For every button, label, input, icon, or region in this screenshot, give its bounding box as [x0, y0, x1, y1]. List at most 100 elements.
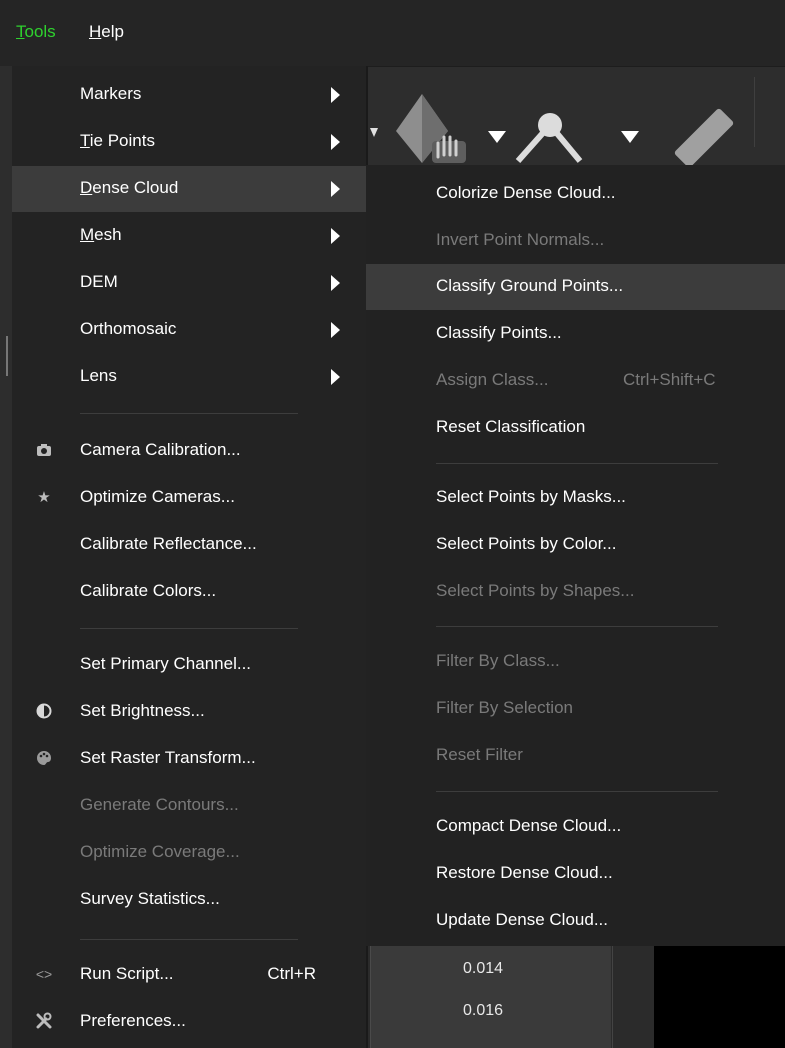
menu-item-label: Camera Calibration...	[80, 440, 241, 459]
menu-item-mnemonic: T	[80, 131, 90, 150]
menu-item-mnemonic: D	[80, 178, 93, 197]
menu-item-calibrate-reflectance[interactable]: Calibrate Reflectance...	[12, 522, 366, 568]
toolbar-separator	[754, 77, 755, 147]
menu-item-label: Dense Cloud	[80, 178, 178, 198]
submenu-item-label: Select Points by Shapes...	[436, 581, 635, 600]
submenu-item-restore-dense-cloud[interactable]: Restore Dense Cloud...	[366, 851, 785, 897]
menu-item-set-raster-transform[interactable]: Set Raster Transform...	[12, 736, 366, 782]
ruler-icon	[674, 108, 734, 168]
camera-icon	[34, 439, 54, 461]
submenu-item-update-dense-cloud[interactable]: Update Dense Cloud...	[366, 898, 785, 944]
menu-separator	[436, 791, 718, 792]
submenu-item-shortcut: Ctrl+Shift+C	[623, 370, 716, 389]
menu-item-mnemonic: M	[80, 225, 95, 244]
menu-help[interactable]: Help	[89, 22, 124, 42]
submenu-item-compact-dense-cloud[interactable]: Compact Dense Cloud...	[366, 804, 785, 850]
menu-item-label: Orthomosaic	[80, 319, 177, 338]
submenu-item-assign-class[interactable]: Assign Class... Ctrl+Shift+C	[366, 358, 785, 404]
menu-item-label: Run Script...	[80, 964, 174, 983]
menu-item-set-primary-channel[interactable]: Set Primary Channel...	[12, 642, 366, 688]
menu-item-label: Calibrate Reflectance...	[80, 534, 257, 553]
menu-item-label: Set Brightness...	[80, 701, 205, 720]
menu-help-mnemonic: H	[89, 22, 102, 41]
menu-separator	[80, 628, 298, 629]
submenu-item-label: Select Points by Color...	[436, 534, 617, 553]
menu-item-optimize-coverage[interactable]: Optimize Coverage...	[12, 830, 366, 876]
dropdown-arrow-icon	[621, 131, 639, 143]
value-list-item[interactable]: 0.016	[463, 1002, 503, 1020]
menu-item-generate-contours[interactable]: Generate Contours...	[12, 783, 366, 829]
menu-item-label: Generate Contours...	[80, 795, 239, 814]
menu-item-label: Optimize Coverage...	[80, 842, 240, 861]
submenu-item-filter-by-class[interactable]: Filter By Class...	[366, 639, 785, 685]
submenu-arrow-icon	[331, 134, 340, 150]
dropdown-arrow-icon	[370, 128, 378, 137]
submenu-item-select-points-by-shapes[interactable]: Select Points by Shapes...	[366, 569, 785, 615]
submenu-arrow-icon	[331, 369, 340, 385]
submenu-item-reset-filter[interactable]: Reset Filter	[366, 733, 785, 779]
submenu-item-classify-ground-points[interactable]: Classify Ground Points...	[366, 264, 785, 310]
menu-item-run-script[interactable]: <> Run Script... Ctrl+R	[12, 952, 366, 998]
menu-item-label: Mesh	[80, 225, 122, 245]
submenu-item-label: Select Points by Masks...	[436, 487, 626, 506]
menu-item-label: Optimize Cameras...	[80, 487, 235, 506]
submenu-item-classify-points[interactable]: Classify Points...	[366, 311, 785, 357]
submenu-item-filter-by-selection[interactable]: Filter By Selection	[366, 686, 785, 732]
submenu-item-colorize-dense-cloud[interactable]: Colorize Dense Cloud...	[366, 171, 785, 217]
submenu-item-label: Compact Dense Cloud...	[436, 816, 622, 835]
star-icon: ★	[37, 489, 51, 506]
submenu-item-label: Filter By Class...	[436, 651, 560, 670]
menu-item-tie-points[interactable]: Tie Points	[12, 119, 366, 165]
code-icon: <>	[35, 966, 53, 982]
menu-separator	[436, 626, 718, 627]
menu-item-calibrate-colors[interactable]: Calibrate Colors...	[12, 569, 366, 615]
value-list-item[interactable]: 0.014	[463, 960, 503, 978]
tools-icon	[34, 1010, 54, 1032]
submenu-item-label: Reset Classification	[436, 417, 586, 436]
menu-item-optimize-cameras[interactable]: ★ Optimize Cameras...	[12, 475, 366, 521]
submenu-item-reset-classification[interactable]: Reset Classification	[366, 405, 785, 451]
menu-item-label: Markers	[80, 84, 142, 103]
submenu-arrow-icon	[331, 322, 340, 338]
tools-menu: Markers Tie Points Dense Cloud Mesh DEM …	[12, 66, 366, 1048]
toolbar	[366, 67, 785, 168]
submenu-item-invert-point-normals[interactable]: Invert Point Normals...	[366, 218, 785, 264]
submenu-item-label: Classify Ground Points...	[436, 276, 624, 295]
menu-item-dem[interactable]: DEM	[12, 260, 366, 306]
menu-item-survey-statistics[interactable]: Survey Statistics...	[12, 877, 366, 923]
menu-item-label: Set Raster Transform...	[80, 748, 256, 767]
menu-item-markers[interactable]: Markers	[12, 72, 366, 118]
left-side-strip	[0, 66, 12, 1048]
submenu-item-label: Reset Filter	[436, 745, 523, 764]
menu-item-label: Preferences...	[80, 1011, 186, 1030]
menu-item-label: Lens	[80, 366, 117, 385]
submenu-item-select-points-by-color[interactable]: Select Points by Color...	[366, 522, 785, 568]
menu-item-lens[interactable]: Lens	[12, 354, 366, 400]
dense-cloud-submenu: Colorize Dense Cloud... Invert Point Nor…	[366, 165, 785, 946]
submenu-item-select-points-by-masks[interactable]: Select Points by Masks...	[366, 475, 785, 521]
menu-item-shortcut: Ctrl+R	[267, 964, 316, 983]
brightness-icon	[34, 700, 54, 722]
toolbar-icons	[370, 94, 734, 168]
palette-icon	[34, 747, 54, 769]
menu-tools-label: ools	[24, 22, 56, 41]
value-list-panel: 0.014 0.016	[370, 946, 611, 1048]
menu-item-set-brightness[interactable]: Set Brightness...	[12, 689, 366, 735]
submenu-arrow-icon	[331, 228, 340, 244]
menu-separator	[80, 939, 298, 940]
menu-item-dense-cloud[interactable]: Dense Cloud	[12, 166, 366, 212]
menu-item-label-rest: esh	[94, 225, 122, 244]
menu-tools-mnemonic: T	[16, 22, 25, 41]
menu-item-orthomosaic[interactable]: Orthomosaic	[12, 307, 366, 353]
menu-item-camera-calibration[interactable]: Camera Calibration...	[12, 428, 366, 474]
menu-item-preferences[interactable]: Preferences...	[12, 999, 366, 1045]
menu-tools[interactable]: Tools	[16, 22, 56, 42]
submenu-item-label: Update Dense Cloud...	[436, 910, 608, 929]
angle-measure-icon	[515, 113, 583, 163]
submenu-item-label: Classify Points...	[436, 323, 562, 342]
menu-item-mesh[interactable]: Mesh	[12, 213, 366, 259]
menubar: Tools Help	[0, 0, 785, 67]
splitter-handle[interactable]	[6, 336, 8, 376]
submenu-item-label: Assign Class...	[436, 370, 549, 389]
menu-item-label-rest: ie Points	[89, 131, 155, 150]
